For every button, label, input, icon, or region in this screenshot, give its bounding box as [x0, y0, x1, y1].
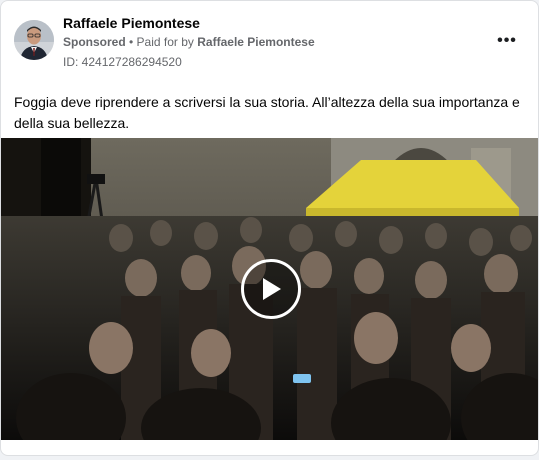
avatar[interactable]: [14, 20, 54, 60]
sponsored-label: Sponsored: [63, 35, 126, 49]
payer-name[interactable]: Raffaele Piemontese: [197, 35, 314, 49]
ad-id: ID: 424127286294520: [63, 55, 182, 69]
paid-for-prefix: • Paid for by: [129, 35, 194, 49]
play-button[interactable]: [241, 259, 301, 319]
play-icon: [263, 278, 281, 300]
sponsored-line: Sponsored • Paid for by Raffaele Piemont…: [63, 35, 315, 49]
more-options-button[interactable]: •••: [495, 29, 519, 53]
post-header: Raffaele Piemontese Sponsored • Paid for…: [1, 1, 538, 77]
author-name[interactable]: Raffaele Piemontese: [63, 15, 200, 31]
avatar-image: [14, 20, 54, 60]
post-text: Foggia deve riprendere a scriversi la su…: [14, 94, 520, 131]
more-options-icon: •••: [497, 32, 517, 49]
ad-card: Raffaele Piemontese Sponsored • Paid for…: [0, 0, 539, 456]
